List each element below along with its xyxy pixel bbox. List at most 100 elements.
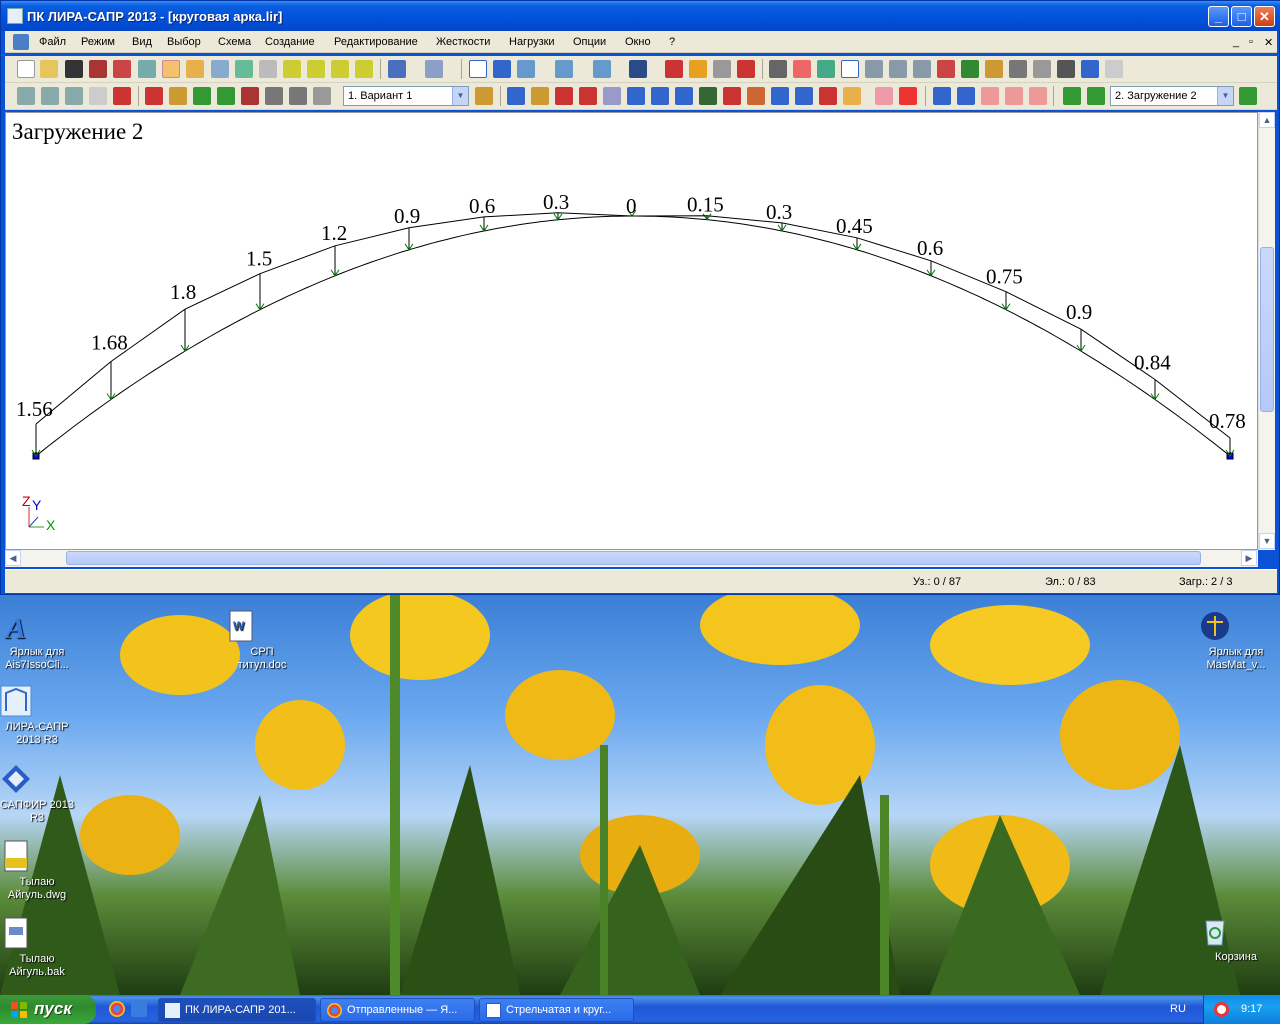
taskbar-button-browser[interactable]: Отправленные — Я... [320,998,475,1022]
doc3-icon[interactable] [289,87,307,105]
paint-icon[interactable] [665,60,683,78]
desktop-icon-dwg[interactable]: Тылаю Айгуль.dwg [0,840,74,902]
chevron-down-icon[interactable]: ▼ [1217,87,1233,105]
undo-icon[interactable] [388,60,406,78]
loadcase-select[interactable]: 2. Загружение 2 ▼ [1110,86,1234,106]
ruler-icon[interactable] [899,87,917,105]
scroll-down-arrow-icon[interactable]: ▼ [1259,533,1275,549]
maximize-button[interactable]: □ [1231,6,1252,27]
table-icon[interactable] [259,60,277,78]
marker-icon[interactable] [475,87,493,105]
chevron-down-icon[interactable]: ▼ [452,87,468,105]
menu-loads[interactable]: Нагрузки [509,36,555,48]
view-xy-icon[interactable] [555,60,573,78]
pan-icon[interactable] [186,60,204,78]
open-file-icon[interactable] [40,60,58,78]
menu-edit[interactable]: Редактирование [334,36,418,48]
grid-icon[interactable] [937,60,955,78]
load-icon[interactable] [555,87,573,105]
calc-icon[interactable] [283,60,301,78]
star-icon[interactable] [793,60,811,78]
desktop-quicklaunch-icon[interactable] [131,1001,147,1017]
desktop-icon-ais7isso[interactable]: A Ярлык для Ais7IssoCli... [0,610,74,672]
desktop-icon-bak[interactable]: Тылаю Айгуль.bak [0,917,74,979]
wand-icon[interactable] [313,87,331,105]
erase-icon[interactable] [113,87,131,105]
fragment-icon[interactable] [41,87,59,105]
load2-icon[interactable] [579,87,597,105]
zoom-fit-icon[interactable] [913,60,931,78]
palette-icon[interactable] [843,87,861,105]
search-icon[interactable] [713,60,731,78]
flag-icon[interactable] [985,60,1003,78]
vertical-scrollbar[interactable]: ▲ ▼ [1258,112,1275,550]
title-bar[interactable]: ПК ЛИРА-САПР 2013 - [круговая арка.lir] … [1,1,1280,31]
taskbar-button-lira[interactable]: ПК ЛИРА-САПР 201... [158,998,316,1022]
hand-select-icon[interactable] [162,60,180,78]
column-icon[interactable] [89,87,107,105]
print-preview-icon[interactable] [138,60,156,78]
menu-file[interactable]: Файл [39,36,66,48]
desktop-icon-srp-doc[interactable]: W СРП титул.doc [225,610,299,672]
context-help-icon[interactable] [1105,60,1123,78]
group-icon[interactable] [933,87,951,105]
save-as-icon[interactable] [89,60,107,78]
mdi-close-button[interactable]: ✕ [1264,36,1273,49]
element-icon[interactable] [699,87,717,105]
zoom-out-icon[interactable] [841,60,859,78]
refresh-model-icon[interactable] [235,60,253,78]
language-indicator[interactable]: RU [1170,1003,1186,1015]
menu-options[interactable]: Опции [573,36,606,48]
lira-app-icon[interactable] [7,8,23,24]
group5-icon[interactable] [1029,87,1047,105]
scroll-left-arrow-icon[interactable]: ◀ [5,550,21,566]
document-icon[interactable] [13,34,29,50]
doc-icon[interactable] [241,87,259,105]
menu-select[interactable]: Выбор [167,36,201,48]
view-yz-icon[interactable] [593,60,611,78]
new-file-icon[interactable] [17,60,35,78]
load-manager-icon[interactable] [1239,87,1257,105]
antivirus-tray-icon[interactable] [1214,1002,1229,1017]
profile-icon[interactable] [875,87,893,105]
variant-select[interactable]: 1. Вариант 1 ▼ [343,86,469,106]
calc2-icon[interactable] [307,60,325,78]
cut-icon[interactable] [145,87,163,105]
previous-load-icon[interactable] [1063,87,1081,105]
split-icon[interactable] [819,87,837,105]
view-xz-icon[interactable] [517,60,535,78]
copy-icon[interactable] [169,87,187,105]
next-load-icon[interactable] [1087,87,1105,105]
color-icon[interactable] [747,87,765,105]
axes-3d-icon[interactable] [493,60,511,78]
load3-icon[interactable] [603,87,621,105]
group4-icon[interactable] [1005,87,1023,105]
rigid-insert-icon[interactable] [651,87,669,105]
zoom-all-icon[interactable] [817,60,835,78]
menu-stiffness[interactable]: Жесткости [436,36,490,48]
menu-create[interactable]: Создание [265,36,315,48]
mdi-minimize-button[interactable]: _ [1233,36,1239,48]
settings-icon[interactable] [211,60,229,78]
remove-icon[interactable] [723,87,741,105]
menu-view[interactable]: Вид [132,36,152,48]
desktop-icon-recycle-bin[interactable]: Корзина [1199,915,1273,964]
export-icon[interactable] [113,60,131,78]
menu-scheme[interactable]: Схема [218,36,251,48]
delete-icon[interactable] [737,60,755,78]
brush-icon[interactable] [961,60,979,78]
close-button[interactable]: ✕ [1254,6,1275,27]
pencil-icon[interactable] [689,60,707,78]
menu-window[interactable]: Окно [625,36,651,48]
doc2-icon[interactable] [265,87,283,105]
vertical-scroll-thumb[interactable] [1260,247,1274,412]
horizontal-scrollbar[interactable]: ◀ ▶ [5,550,1258,567]
mesh-icon[interactable] [65,87,83,105]
rotate-icon[interactable] [629,60,647,78]
chrome-quicklaunch-icon[interactable] [109,1001,125,1017]
zoom-prev-icon[interactable] [889,60,907,78]
zoom-window-icon[interactable] [865,60,883,78]
measure-icon[interactable] [1009,60,1027,78]
desktop-icon-masmat[interactable]: Ярлык для MasMat_v... [1199,610,1273,672]
minimize-button[interactable]: _ [1208,6,1229,27]
